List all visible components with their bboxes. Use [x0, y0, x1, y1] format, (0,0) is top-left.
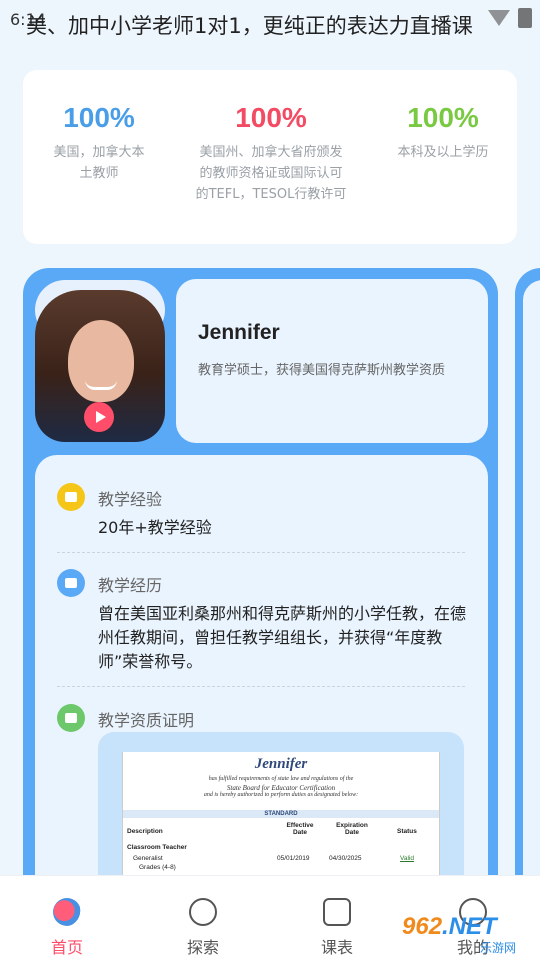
battery-icon — [518, 8, 532, 28]
cert-standard-label: STANDARD — [123, 810, 439, 818]
cert-subject: Generalist — [133, 855, 163, 862]
play-video-button[interactable] — [84, 402, 114, 432]
cert-status: Valid — [400, 855, 414, 862]
stat-desc: 美国州、加拿大省府颁发的教师资格证或国际认可的TEFL，TESOL行教许可 — [195, 145, 347, 202]
page-headline: 美、加中小学老师1对1，更纯正的表达力直播课 — [26, 14, 473, 38]
stat-certified: 100% 美国州、加拿大省府颁发的教师资格证或国际认可的TEFL，TESOL行教… — [195, 102, 347, 205]
status-icons — [488, 8, 532, 28]
tab-label: 首页 — [50, 938, 83, 957]
certificate-icon — [57, 704, 85, 732]
cert-text-line: and is hereby authorized to perform duti… — [203, 792, 359, 798]
tab-explore[interactable]: 探索 — [158, 876, 248, 960]
cert-header: Effective Date — [286, 822, 314, 836]
wifi-icon — [488, 10, 510, 26]
cert-category: Classroom Teacher — [127, 844, 187, 851]
teacher-details: 教学经验 20年+教学经验 教学经历 曾在美国亚利桑那州和得克萨斯州的小学任教，… — [35, 455, 488, 915]
stat-value: 100% — [63, 102, 135, 133]
divider — [57, 686, 465, 687]
cert-header: Expiration Date — [336, 822, 368, 836]
stat-value: 100% — [235, 102, 307, 133]
play-icon — [95, 411, 106, 423]
stat-desc: 本科及以上学历 — [397, 145, 489, 160]
next-teacher-card-peek[interactable] — [515, 268, 540, 908]
calendar-icon — [323, 898, 351, 926]
section-body: 20年+教学经验 — [98, 518, 212, 537]
watermark-text: 乐游网 — [480, 941, 517, 955]
stat-desc: 美国，加拿大本土教师 — [53, 145, 145, 181]
cert-text-line: State Board for Educator Certification — [226, 784, 336, 792]
teacher-photo[interactable] — [35, 280, 165, 442]
planet-icon — [189, 898, 217, 926]
history-icon — [57, 569, 85, 597]
section-body: 曾在美国亚利桑那州和得克萨斯州的小学任教，在德州任教期间，曾担任教学组组长，并获… — [98, 604, 467, 671]
cert-grades: Grades (4-8) — [139, 864, 176, 871]
section-title: 教学经历 — [98, 576, 163, 595]
experience-icon — [57, 483, 85, 511]
tab-label: 课表 — [320, 938, 353, 957]
stats-card: 100% 美国，加拿大本土教师 100% 美国州、加拿大省府颁发的教师资格证或国… — [23, 70, 517, 244]
tab-label: 探索 — [186, 938, 219, 957]
site-watermark: 962.NET 乐游网 — [400, 905, 535, 955]
section-title: 教学经验 — [98, 490, 163, 509]
cert-effective: 05/01/2019 — [277, 855, 310, 862]
stat-value: 100% — [407, 102, 479, 133]
cert-header: Description — [127, 828, 163, 835]
section-title: 教学资质证明 — [98, 711, 195, 730]
cert-name: Jennifer — [254, 756, 308, 772]
cert-header: Status — [397, 828, 417, 835]
stat-native-teachers: 100% 美国，加拿大本土教师 — [51, 102, 147, 184]
tab-home[interactable]: 首页 — [22, 876, 112, 960]
teacher-degree: 教育学硕士，获得美国得克萨斯州教学资质 — [198, 363, 446, 378]
cert-expiration: 04/30/2025 — [329, 855, 362, 862]
watermark-logo: 962.NET — [402, 913, 497, 940]
tab-schedule[interactable]: 课表 — [292, 876, 382, 960]
teacher-name: Jennifer — [198, 321, 280, 344]
divider — [57, 552, 465, 553]
home-parrot-icon — [53, 898, 81, 926]
stat-degree: 100% 本科及以上学历 — [383, 102, 503, 163]
cert-text-line: has fulfilled requirements of state law … — [208, 776, 354, 782]
teacher-info: Jennifer 教育学硕士，获得美国得克萨斯州教学资质 — [176, 279, 488, 443]
